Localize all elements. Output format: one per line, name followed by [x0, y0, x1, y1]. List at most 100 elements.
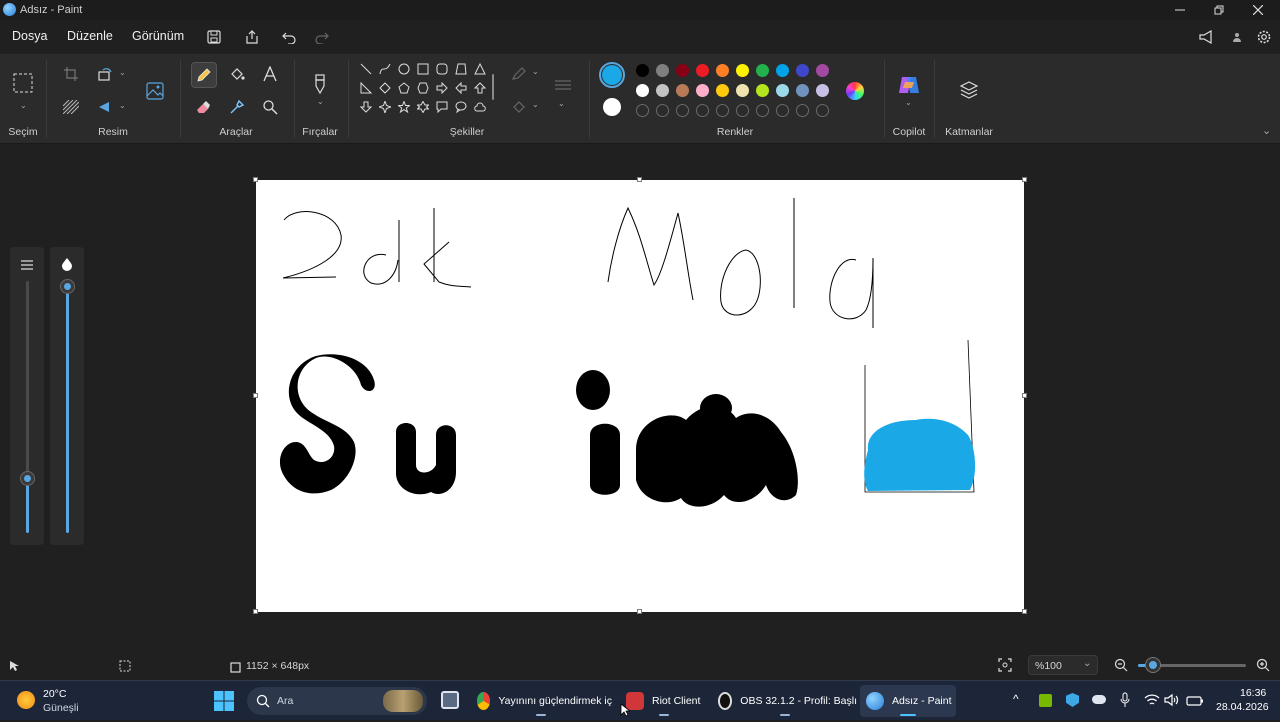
- oval-callout-shape-icon[interactable]: [453, 99, 469, 115]
- right-arrow-shape-icon[interactable]: [434, 80, 450, 96]
- task-view-icon[interactable]: [441, 691, 459, 709]
- palette-swatch[interactable]: [796, 64, 809, 77]
- custom-color-slot[interactable]: [696, 104, 709, 117]
- close-button[interactable]: [1238, 0, 1278, 20]
- five-point-star-shape-icon[interactable]: [396, 99, 412, 115]
- brush-size-thumb[interactable]: [21, 471, 34, 485]
- custom-color-slot[interactable]: [716, 104, 729, 117]
- selection-rectangle-icon[interactable]: [11, 71, 35, 95]
- palette-swatch[interactable]: [696, 84, 709, 97]
- pencil-icon[interactable]: [191, 62, 217, 88]
- zoom-out-icon[interactable]: [1114, 658, 1128, 677]
- resize-handle[interactable]: [1022, 609, 1027, 614]
- shape-fill-icon[interactable]: [507, 95, 531, 119]
- palette-swatch[interactable]: [636, 64, 649, 77]
- resize-handle[interactable]: [1022, 393, 1027, 398]
- security-shield-icon[interactable]: [1066, 693, 1079, 707]
- palette-swatch[interactable]: [776, 64, 789, 77]
- zoom-in-icon[interactable]: [1256, 658, 1270, 677]
- right-triangle-shape-icon[interactable]: [358, 80, 374, 96]
- resize-icon[interactable]: [59, 95, 83, 119]
- palette-swatch[interactable]: [756, 84, 769, 97]
- polygon-shape-icon[interactable]: [453, 61, 469, 77]
- triangle-shape-icon[interactable]: [472, 61, 488, 77]
- zoom-level-dropdown[interactable]: %100 ⌄: [1028, 655, 1098, 675]
- wifi-icon[interactable]: [1144, 693, 1160, 712]
- restore-button[interactable]: [1199, 0, 1239, 20]
- palette-swatch[interactable]: [716, 64, 729, 77]
- clock-time[interactable]: 16:36: [1240, 687, 1266, 699]
- minimize-button[interactable]: [1160, 0, 1200, 20]
- custom-color-slot[interactable]: [636, 104, 649, 117]
- custom-color-slot[interactable]: [676, 104, 689, 117]
- diamond-shape-icon[interactable]: [377, 80, 393, 96]
- eraser-icon[interactable]: [191, 95, 215, 119]
- custom-color-slot[interactable]: [796, 104, 809, 117]
- palette-swatch[interactable]: [756, 64, 769, 77]
- menu-edit[interactable]: Düzenle: [67, 29, 113, 43]
- share-icon[interactable]: [242, 27, 262, 47]
- palette-swatch[interactable]: [656, 84, 669, 97]
- taskbar-app-chrome[interactable]: Yayınını güçlendirmek iç: [470, 685, 612, 717]
- resize-handle[interactable]: [253, 609, 258, 614]
- custom-color-slot[interactable]: [776, 104, 789, 117]
- microphone-icon[interactable]: [1120, 692, 1130, 713]
- speech-bubble-shape-icon[interactable]: [434, 99, 450, 115]
- text-tool-icon[interactable]: [258, 62, 282, 86]
- resize-handle[interactable]: [637, 609, 642, 614]
- ribbon-collapse-chevron-icon[interactable]: ⌄: [1262, 124, 1271, 137]
- clock-date[interactable]: 28.04.2026: [1216, 701, 1269, 713]
- cloud-callout-shape-icon[interactable]: [472, 99, 488, 115]
- onedrive-cloud-icon[interactable]: [1092, 695, 1106, 704]
- custom-color-slot[interactable]: [756, 104, 769, 117]
- flip-chevron-down-icon[interactable]: ⌄: [119, 101, 126, 110]
- settings-gear-icon[interactable]: [1254, 27, 1274, 47]
- palette-swatch[interactable]: [736, 84, 749, 97]
- brushes-chevron-down-icon[interactable]: ⌄: [317, 97, 324, 106]
- palette-swatch[interactable]: [656, 64, 669, 77]
- primary-color-button[interactable]: [599, 62, 625, 88]
- windows-start-icon[interactable]: [214, 691, 234, 711]
- feedback-icon[interactable]: [1197, 27, 1217, 47]
- save-icon[interactable]: [204, 27, 224, 47]
- resize-handle[interactable]: [253, 177, 258, 182]
- weather-sun-icon[interactable]: [17, 691, 35, 709]
- volume-icon[interactable]: [1164, 693, 1180, 712]
- secondary-color-button[interactable]: [603, 98, 621, 116]
- flip-icon[interactable]: [93, 95, 117, 119]
- resize-handle[interactable]: [253, 393, 258, 398]
- account-icon[interactable]: [1227, 27, 1247, 47]
- taskbar-app-paint[interactable]: Adsız - Paint: [860, 685, 956, 717]
- custom-color-slot[interactable]: [736, 104, 749, 117]
- down-arrow-shape-icon[interactable]: [358, 99, 374, 115]
- resize-handle[interactable]: [1022, 177, 1027, 182]
- palette-swatch[interactable]: [816, 84, 829, 97]
- copilot-icon[interactable]: [898, 74, 920, 96]
- palette-swatch[interactable]: [636, 84, 649, 97]
- shapes-scrollbar[interactable]: [492, 74, 494, 100]
- line-shape-icon[interactable]: [358, 61, 374, 77]
- custom-color-slot[interactable]: [816, 104, 829, 117]
- layers-icon[interactable]: [957, 78, 981, 102]
- outline-chevron-down-icon[interactable]: ⌄: [532, 67, 539, 76]
- palette-swatch[interactable]: [776, 84, 789, 97]
- menu-view[interactable]: Görünüm: [132, 29, 184, 43]
- edit-colors-icon[interactable]: [846, 82, 864, 100]
- hexagon-shape-icon[interactable]: [415, 80, 431, 96]
- taskbar-app-riot[interactable]: Riot Client: [620, 685, 708, 717]
- palette-swatch[interactable]: [676, 64, 689, 77]
- image-generator-icon[interactable]: [143, 79, 167, 103]
- taskbar-search-box[interactable]: Ara: [247, 687, 427, 715]
- drawing-canvas[interactable]: [256, 180, 1024, 612]
- show-hidden-icons-chevron-icon[interactable]: ^: [1013, 692, 1019, 706]
- zoom-slider-thumb[interactable]: [1146, 658, 1160, 672]
- up-arrow-shape-icon[interactable]: [472, 80, 488, 96]
- palette-swatch[interactable]: [716, 84, 729, 97]
- rounded-rectangle-shape-icon[interactable]: [434, 61, 450, 77]
- rotate-icon[interactable]: [93, 62, 117, 86]
- left-arrow-shape-icon[interactable]: [453, 80, 469, 96]
- redo-icon[interactable]: [312, 27, 332, 47]
- palette-swatch[interactable]: [816, 64, 829, 77]
- crop-icon[interactable]: [59, 62, 83, 86]
- fit-to-window-icon[interactable]: [998, 658, 1012, 677]
